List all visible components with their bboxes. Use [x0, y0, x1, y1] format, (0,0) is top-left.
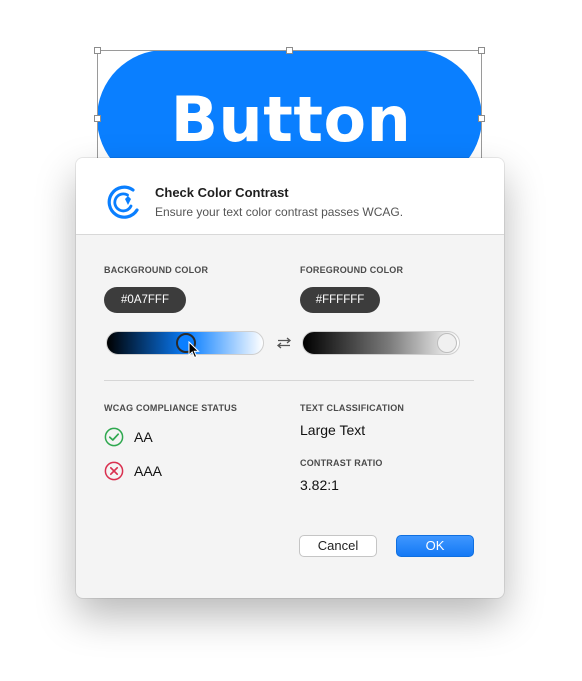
resize-handle-top[interactable] — [286, 47, 293, 54]
foreground-slider-knob[interactable] — [437, 333, 457, 353]
text-classification-label: TEXT CLASSIFICATION — [300, 403, 405, 413]
cancel-button[interactable]: Cancel — [299, 535, 377, 557]
contrast-ratio-value: 3.82:1 — [300, 477, 339, 493]
compliance-aa-row: AA — [104, 427, 224, 449]
foreground-color-label: FOREGROUND COLOR — [300, 265, 404, 275]
background-color-label: BACKGROUND COLOR — [104, 265, 209, 275]
contrast-dialog: Check Color Contrast Ensure your text co… — [76, 158, 504, 598]
contrast-ratio-label: CONTRAST RATIO — [300, 458, 383, 468]
background-hex-field[interactable]: #0A7FFF — [104, 287, 186, 313]
x-circle-icon — [104, 461, 124, 481]
compliance-aaa-text: AAA — [134, 463, 163, 479]
contrast-logo-icon — [107, 185, 139, 219]
dialog-subtitle: Ensure your text color contrast passes W… — [155, 205, 404, 219]
dialog-title: Check Color Contrast — [155, 185, 289, 200]
resize-handle-top-left[interactable] — [94, 47, 101, 54]
text-classification-value: Large Text — [300, 422, 366, 438]
swap-arrows-icon[interactable] — [275, 337, 293, 349]
dialog-header: Check Color Contrast Ensure your text co… — [76, 158, 504, 235]
check-circle-icon — [104, 427, 124, 447]
compliance-aa-text: AA — [134, 429, 153, 445]
compliance-aaa-row: AAA — [104, 461, 224, 483]
ok-button[interactable]: OK — [396, 535, 474, 557]
resize-handle-left[interactable] — [94, 115, 101, 122]
resize-handle-top-right[interactable] — [478, 47, 485, 54]
resize-handle-right[interactable] — [478, 115, 485, 122]
mouse-cursor-icon — [188, 341, 200, 359]
wcag-compliance-label: WCAG COMPLIANCE STATUS — [104, 403, 238, 413]
section-divider — [104, 380, 474, 381]
foreground-hex-field[interactable]: #FFFFFF — [300, 287, 380, 313]
